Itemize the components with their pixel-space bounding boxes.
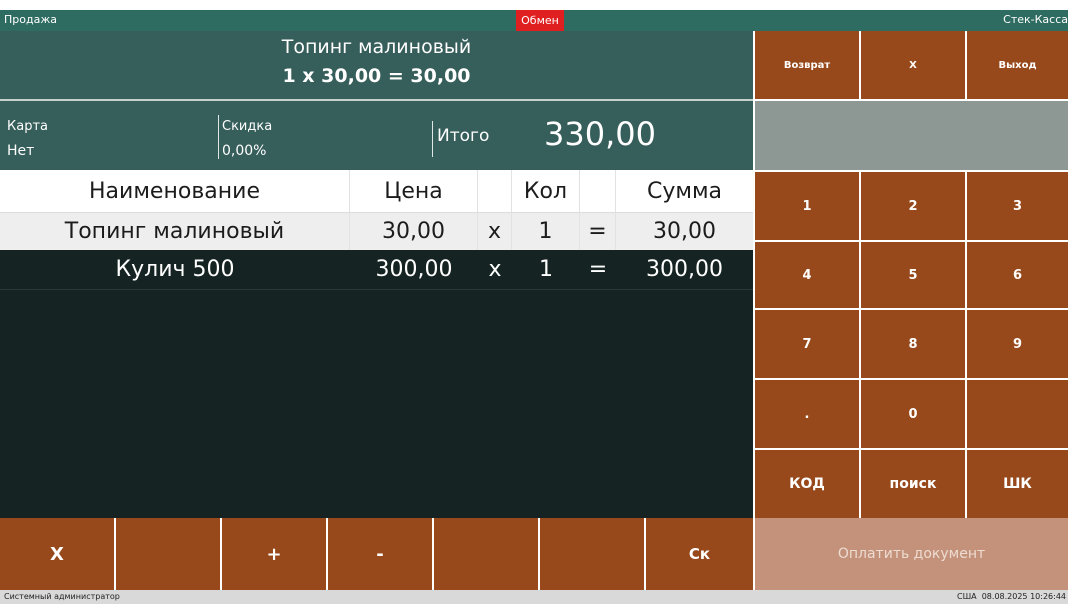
discount-value: 0,00% (222, 143, 267, 159)
key-4[interactable]: 4 (755, 242, 859, 308)
x-report-button[interactable]: X (861, 31, 965, 99)
key-dot[interactable]: . (755, 380, 859, 448)
discount-label: Скидка (222, 119, 273, 134)
row-item-name: Топинг малиновый (0, 213, 350, 250)
mode-label: Продажа (4, 13, 57, 26)
key-2[interactable]: 2 (861, 172, 965, 240)
row-price: 300,00 (375, 257, 453, 282)
current-item-panel: Топинг малиновый 1 x 30,00 = 30,00 (0, 31, 753, 99)
key-1[interactable]: 1 (755, 172, 859, 240)
exchange-indicator[interactable]: Обмен (516, 10, 564, 31)
key-6[interactable]: 6 (967, 242, 1068, 308)
total-label: Итого (437, 126, 490, 146)
row-item-name: Кулич 500 (115, 257, 235, 282)
user-name: Системный администратор (4, 592, 120, 601)
status-bar: Системный администратор США 08.08.2025 1… (0, 590, 1068, 604)
exit-button[interactable]: Выход (967, 31, 1068, 99)
key-5[interactable]: 5 (861, 242, 965, 308)
blank-button[interactable] (434, 518, 538, 590)
barcode-button[interactable]: ШК (967, 450, 1068, 518)
key-9[interactable]: 9 (967, 310, 1068, 378)
row-multiply: x (488, 257, 502, 282)
input-display (755, 101, 1068, 170)
datetime: 08.08.2025 10:26:44 (981, 592, 1066, 601)
delete-button[interactable]: X (0, 518, 114, 590)
current-item-calc: 1 x 30,00 = 30,00 (282, 65, 471, 87)
app-title: Стек-Касса (1003, 13, 1068, 26)
column-header-x (478, 170, 512, 212)
total-value: 330,00 (544, 115, 656, 153)
row-equals: = (588, 257, 608, 282)
divider (432, 121, 433, 157)
key-8[interactable]: 8 (861, 310, 965, 378)
pos-window: Продажа Обмен Стек-Касса Топинг малиновы… (0, 0, 1068, 604)
row-multiply: x (478, 213, 512, 250)
column-header-price: Цена (350, 170, 478, 212)
current-item-name: Топинг малиновый (281, 36, 472, 58)
row-qty: 1 (512, 213, 580, 250)
code-button[interactable]: КОД (755, 450, 859, 518)
item-list[interactable] (0, 250, 753, 518)
row-equals: = (580, 213, 616, 250)
column-header-name: Наименование (0, 170, 350, 212)
bottom-toolbar: X + - Ск Оплатить документ (0, 518, 1068, 590)
key-3[interactable]: 3 (967, 172, 1068, 240)
return-button[interactable]: Возврат (755, 31, 859, 99)
column-header-sum: Сумма (646, 178, 723, 204)
row-sum: 300,00 (646, 257, 723, 282)
divider (218, 115, 219, 159)
table-header: Наименование Цена Кол Сумма (0, 170, 753, 212)
increase-qty-button[interactable]: + (222, 518, 326, 590)
key-7[interactable]: 7 (755, 310, 859, 378)
status-right: США 08.08.2025 10:26:44 (957, 592, 1066, 601)
blank-button[interactable] (116, 518, 220, 590)
row-qty: 1 (539, 257, 553, 282)
table-row[interactable]: Топинг малиновый 30,00 x 1 = 30,00 (0, 212, 753, 250)
row-sum: 30,00 (653, 219, 716, 244)
card-value: Нет (7, 143, 35, 159)
discount-button[interactable]: Ск (646, 518, 753, 590)
keyboard-locale: США (957, 592, 977, 601)
pay-document-button[interactable]: Оплатить документ (755, 518, 1068, 590)
decrease-qty-button[interactable]: - (328, 518, 432, 590)
row-price: 30,00 (350, 213, 478, 250)
card-label: Карта (7, 119, 48, 134)
receipt-info-panel: Карта Нет Скидка 0,00% Итого 330,00 (0, 101, 753, 170)
blank-button[interactable] (540, 518, 644, 590)
table-row[interactable]: Кулич 500 300,00 x 1 = 300,00 (0, 250, 753, 290)
title-bar: Продажа Обмен Стек-Касса (0, 10, 1068, 31)
key-0[interactable]: 0 (861, 380, 965, 448)
key-blank[interactable] (967, 380, 1068, 448)
search-button[interactable]: поиск (861, 450, 965, 518)
column-header-eq (580, 170, 616, 212)
column-header-qty: Кол (512, 170, 580, 212)
